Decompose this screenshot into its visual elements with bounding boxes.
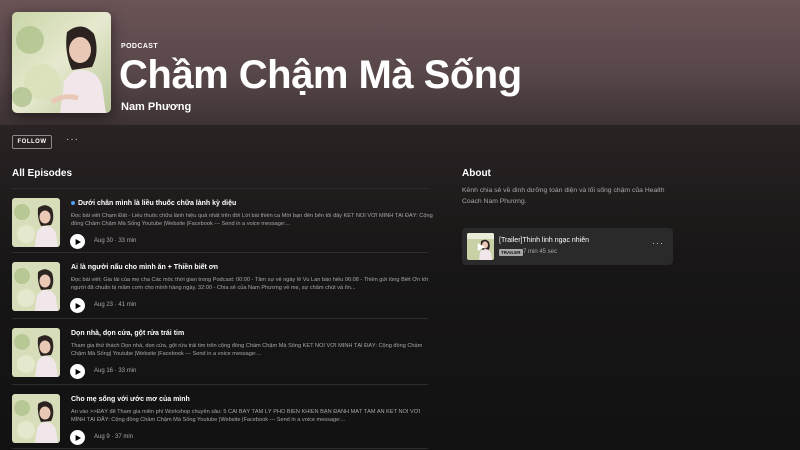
episode-meta: Aug 30 · 33 min xyxy=(94,238,137,244)
episode-thumbnail[interactable] xyxy=(12,262,60,311)
episode-thumbnail[interactable] xyxy=(12,394,60,443)
episode-meta: Aug 16 · 33 min xyxy=(94,368,137,374)
episode-item[interactable]: Dọn nhà, dọn cửa, gột rửa trái tim Tham … xyxy=(12,322,428,382)
divider xyxy=(12,384,428,385)
episode-description: Đọc bài viết Chạm Đất - Liều thuốc chữa … xyxy=(71,213,433,227)
play-button[interactable] xyxy=(70,364,85,379)
play-button[interactable] xyxy=(70,298,85,313)
episode-title[interactable]: Ai là người nấu cho mình ăn + Thiền biết… xyxy=(71,264,218,271)
about-section-title: About xyxy=(462,168,491,179)
episodes-section-title: All Episodes xyxy=(12,168,73,179)
trailer-title[interactable]: [Trailer]Thinh linh ngạc nhiên xyxy=(499,237,589,244)
episode-description: Ấn vào >>ĐÂY để Tham gia miễn phí Worksh… xyxy=(71,409,421,423)
new-episode-dot xyxy=(71,201,75,206)
trailer-more-options-icon[interactable]: ··· xyxy=(652,238,664,248)
divider xyxy=(12,318,428,319)
play-button[interactable] xyxy=(70,234,85,249)
podcast-author-link[interactable]: Nam Phương xyxy=(121,101,191,113)
episode-title-text: Dưới chân mình là liều thuốc chữa lành k… xyxy=(78,200,237,207)
trailer-duration: 7 min 45 sec xyxy=(523,249,558,255)
divider xyxy=(12,188,428,189)
play-button[interactable] xyxy=(70,430,85,445)
divider xyxy=(12,448,428,449)
podcast-kicker: PODCAST xyxy=(121,43,159,50)
play-icon xyxy=(75,368,81,375)
episode-meta: Aug 23 · 41 min xyxy=(94,302,137,308)
episode-thumbnail[interactable] xyxy=(12,198,60,247)
episode-title[interactable]: Dưới chân mình là liều thuốc chữa lành k… xyxy=(71,200,236,207)
episode-title[interactable]: Cho mẹ sống với ước mơ của mình xyxy=(71,396,190,403)
episode-thumbnail[interactable] xyxy=(12,328,60,377)
play-icon xyxy=(75,302,81,309)
divider xyxy=(12,252,428,253)
play-icon xyxy=(75,238,81,245)
episode-description: Đọc bài viết: Gia tài của mẹ cha Các mốc… xyxy=(71,277,429,291)
episode-item[interactable]: Ai là người nấu cho mình ăn + Thiền biết… xyxy=(12,256,428,316)
episode-item[interactable]: Cho mẹ sống với ước mơ của mình Ấn vào >… xyxy=(12,388,428,448)
episode-description: Tham gia thử thách Dọn nhà, dọn cửa, gột… xyxy=(71,343,423,357)
about-description: Kênh chia sẻ về dinh dưỡng toàn diện và … xyxy=(462,187,665,205)
episode-meta: Aug 9 · 37 min xyxy=(94,434,134,440)
trailer-play-icon[interactable] xyxy=(475,241,486,252)
episode-item[interactable]: Dưới chân mình là liều thuốc chữa lành k… xyxy=(12,192,433,252)
page-title: Chầm Chậm Mà Sống xyxy=(119,53,522,97)
trailer-badge: TRAILER xyxy=(499,249,523,256)
episode-title[interactable]: Dọn nhà, dọn cửa, gột rửa trái tim xyxy=(71,330,184,337)
podcast-cover-image xyxy=(12,12,111,113)
play-icon xyxy=(75,434,81,441)
more-options-icon[interactable]: ··· xyxy=(66,134,79,146)
trailer-card[interactable]: [Trailer]Thinh linh ngạc nhiên TRAILER 7… xyxy=(462,228,673,265)
follow-button[interactable]: FOLLOW xyxy=(12,135,52,149)
